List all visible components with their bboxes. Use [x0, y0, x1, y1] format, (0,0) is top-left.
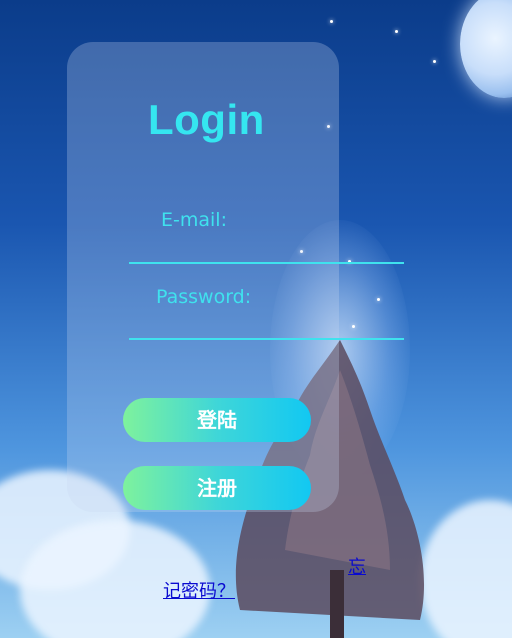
star — [395, 30, 398, 33]
forgot-password-link[interactable]: 记密码？ — [163, 577, 235, 603]
password-label: Password: — [156, 286, 252, 308]
cloud-image — [420, 500, 512, 638]
email-input[interactable] — [129, 232, 404, 264]
login-button[interactable]: 登陆 — [123, 398, 311, 442]
forget-link[interactable]: 忘 — [348, 553, 366, 579]
star — [330, 20, 333, 23]
moon-image — [460, 0, 512, 98]
star — [433, 60, 436, 63]
email-label: E-mail: — [161, 209, 227, 231]
password-input[interactable] — [129, 308, 404, 340]
page-title: Login — [148, 96, 265, 143]
register-button[interactable]: 注册 — [123, 466, 311, 510]
star — [377, 298, 380, 301]
